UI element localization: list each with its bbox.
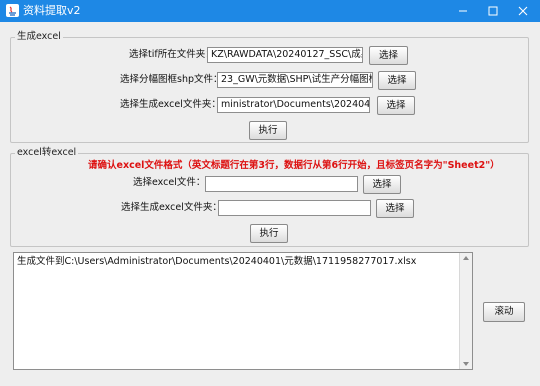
minimize-button[interactable] (448, 0, 478, 22)
excel-convert-title: excel转excel (15, 147, 79, 159)
output-folder-label: 选择生成excel文件夹： (120, 99, 221, 110)
select-shp-file-button[interactable]: 选择 (378, 71, 416, 90)
scroll-button[interactable]: 滚动 (483, 302, 525, 322)
input-excel-field[interactable] (205, 176, 358, 192)
tif-folder-field[interactable]: KZ\RAWDATA\20240127_SSC\成果DOM (207, 47, 363, 63)
select-input-excel-button[interactable]: 选择 (363, 175, 401, 194)
maximize-icon (488, 6, 498, 16)
app-window: 资料提取v2 生成excel 选择tif所在文件夹： KZ\RAWDATA\20… (0, 0, 540, 386)
output-folder-field[interactable]: ministrator\Documents\20240401\元数据 (217, 97, 370, 113)
scroll-up-icon[interactable] (463, 256, 469, 260)
maximize-button[interactable] (478, 0, 508, 22)
title-bar[interactable]: 资料提取v2 (0, 0, 540, 22)
run-generate-button[interactable]: 执行 (249, 121, 287, 140)
convert-output-label: 选择生成excel文件夹： (121, 202, 222, 213)
log-vertical-scrollbar[interactable] (459, 253, 472, 369)
scroll-down-icon[interactable] (463, 362, 469, 366)
minimize-icon (459, 10, 467, 12)
format-notice: 请确认excel文件格式（英文标题行在第3行，数据行从第6行开始，且标签页名字为… (88, 160, 500, 171)
log-textarea[interactable]: 生成文件到C:\Users\Administrator\Documents\20… (13, 252, 473, 370)
window-title: 资料提取v2 (23, 4, 81, 17)
convert-output-field[interactable] (218, 200, 371, 216)
run-convert-button[interactable]: 执行 (250, 224, 288, 243)
java-app-icon (6, 4, 19, 17)
close-button[interactable] (508, 0, 538, 22)
close-icon (518, 6, 528, 16)
shp-file-label: 选择分幅图框shp文件： (120, 74, 223, 85)
input-excel-label: 选择excel文件： (133, 177, 206, 188)
select-output-folder-button[interactable]: 选择 (377, 96, 415, 115)
shp-file-field[interactable]: 23_GW\元数据\SHP\试生产分幅图框.shp (217, 72, 373, 88)
select-tif-folder-button[interactable]: 选择 (369, 46, 408, 65)
generate-excel-title: 生成excel (15, 31, 63, 43)
log-line: 生成文件到C:\Users\Administrator\Documents\20… (17, 256, 417, 267)
select-convert-output-button[interactable]: 选择 (376, 199, 414, 218)
tif-folder-label: 选择tif所在文件夹： (129, 49, 215, 60)
